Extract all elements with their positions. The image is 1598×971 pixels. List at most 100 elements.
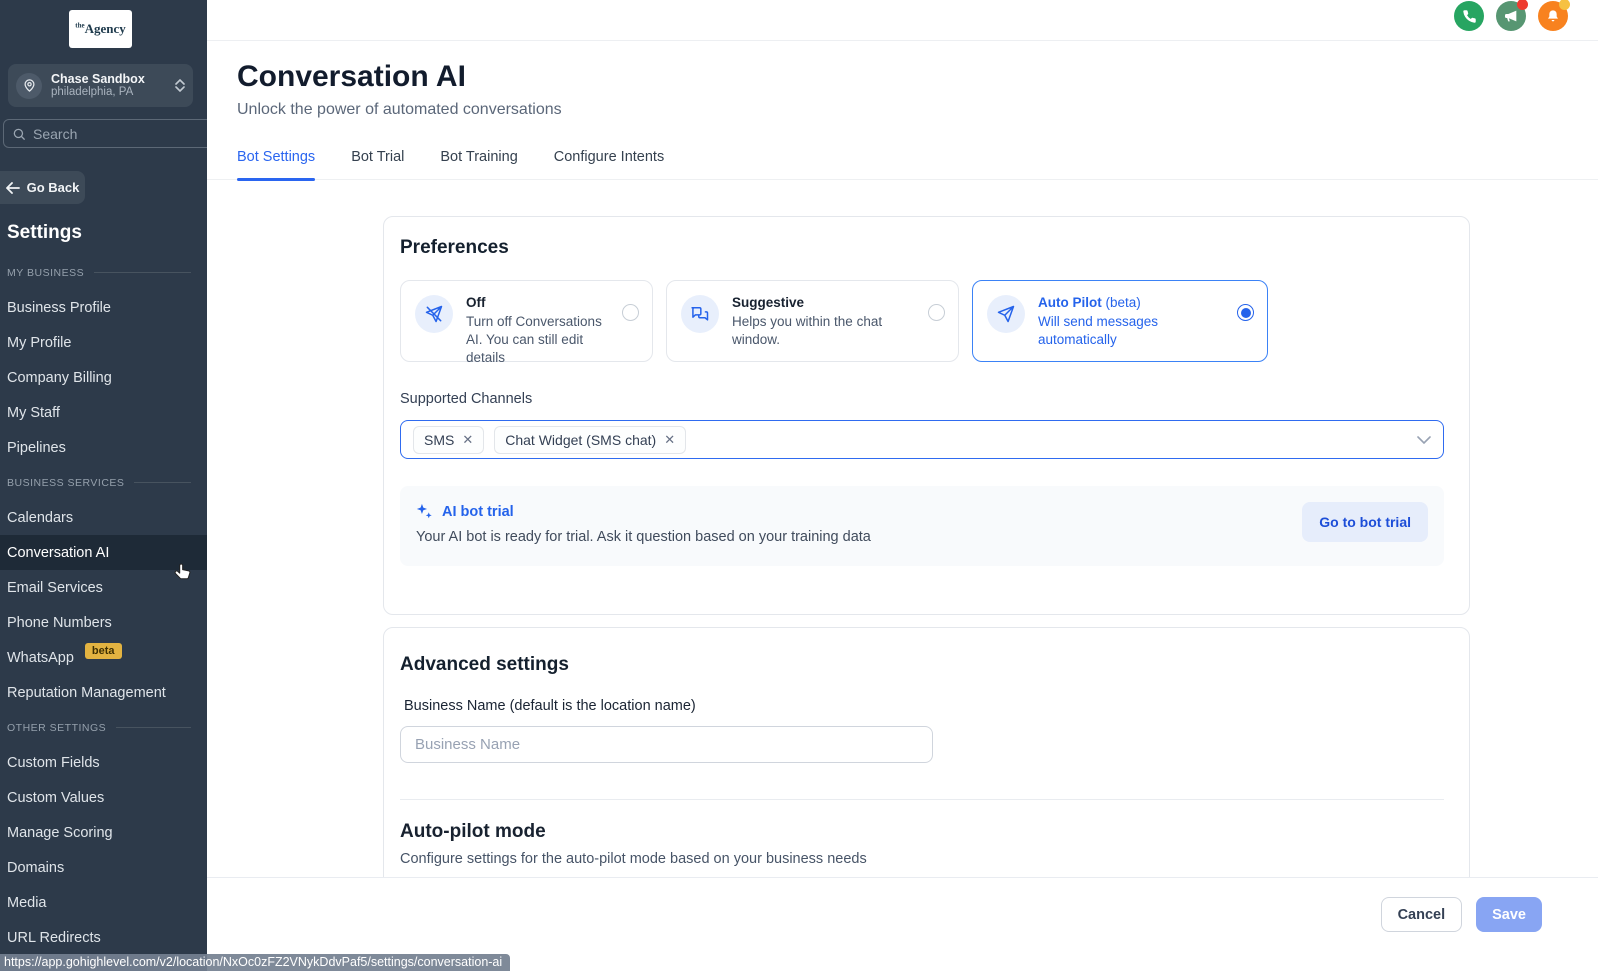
channel-chip-chat-widget: Chat Widget (SMS chat) ✕ xyxy=(494,426,686,454)
phone-icon xyxy=(1462,9,1477,24)
sidebar-item-label: URL Redirects xyxy=(7,930,101,946)
notification-dot-red xyxy=(1517,0,1528,10)
sidebar-item-url-redirects[interactable]: URL Redirects xyxy=(0,920,207,955)
cancel-button[interactable]: Cancel xyxy=(1381,897,1463,932)
tab-bot-settings[interactable]: Bot Settings xyxy=(237,149,315,179)
remove-chip-icon[interactable]: ✕ xyxy=(462,432,473,448)
announcements-button[interactable] xyxy=(1496,1,1526,31)
sidebar-item-label: Domains xyxy=(7,860,64,876)
logo-prefix: the xyxy=(75,22,84,30)
notification-dot-yellow xyxy=(1559,0,1570,10)
sparkle-icon xyxy=(416,503,433,520)
search-input[interactable] xyxy=(33,126,207,142)
sidebar-item-label: Conversation AI xyxy=(7,545,109,561)
go-back-button[interactable]: Go Back xyxy=(0,171,85,204)
sidebar-item-custom-values[interactable]: Custom Values xyxy=(0,780,207,815)
option-suggestive-desc: Helps you within the chat window. xyxy=(732,313,918,349)
page-subtitle: Unlock the power of automated conversati… xyxy=(237,101,1598,119)
sidebar-item-whatsapp[interactable]: WhatsApp beta xyxy=(0,640,207,675)
sidebar-item-media[interactable]: Media xyxy=(0,885,207,920)
notifications-button[interactable] xyxy=(1538,1,1568,31)
trial-banner-head: AI bot trial xyxy=(416,503,1428,520)
logo-name: Agency xyxy=(85,21,126,36)
section-divider xyxy=(94,272,191,273)
send-plane-icon xyxy=(987,295,1025,333)
sidebar-item-label: Custom Fields xyxy=(7,755,100,771)
sidebar-item-custom-fields[interactable]: Custom Fields xyxy=(0,745,207,780)
phone-button[interactable] xyxy=(1454,1,1484,31)
sidebar-item-phone-numbers[interactable]: Phone Numbers xyxy=(0,605,207,640)
remove-chip-icon[interactable]: ✕ xyxy=(664,432,675,448)
sidebar-item-label: Custom Values xyxy=(7,790,104,806)
sidebar-item-label: Media xyxy=(7,895,47,911)
top-bar xyxy=(207,0,1598,41)
sidebar-item-email-services[interactable]: Email Services xyxy=(0,570,207,605)
settings-sidebar: theAgency Chase Sandbox philadelphia, PA xyxy=(0,0,207,971)
option-suggestive-radio[interactable] xyxy=(928,304,945,321)
sidebar-item-conversation-ai[interactable]: Conversation AI xyxy=(0,535,207,570)
sidebar-item-my-staff[interactable]: My Staff xyxy=(0,395,207,430)
chat-bubbles-icon xyxy=(681,295,719,333)
beta-badge: beta xyxy=(85,643,122,659)
option-suggestive[interactable]: Suggestive Helps you within the chat win… xyxy=(666,280,959,362)
preferences-card: Preferences Off Turn off Conversations A… xyxy=(383,216,1470,615)
sidebar-item-business-profile[interactable]: Business Profile xyxy=(0,290,207,325)
location-pin-icon xyxy=(16,73,42,99)
option-suggestive-title: Suggestive xyxy=(732,295,918,310)
sidebar-item-domains[interactable]: Domains xyxy=(0,850,207,885)
section-label: BUSINESS SERVICES xyxy=(7,477,124,489)
account-location: philadelphia, PA xyxy=(51,86,145,99)
option-off-body: Off Turn off Conversations AI. You can s… xyxy=(466,295,638,367)
go-to-bot-trial-button[interactable]: Go to bot trial xyxy=(1302,502,1428,542)
nav-section-other-settings: OTHER SETTINGS xyxy=(0,710,207,745)
chip-label: Chat Widget (SMS chat) xyxy=(505,432,656,448)
sidebar-item-label: WhatsApp xyxy=(7,650,74,666)
sidebar-item-company-billing[interactable]: Company Billing xyxy=(0,360,207,395)
option-off[interactable]: Off Turn off Conversations AI. You can s… xyxy=(400,280,653,362)
sidebar-item-pipelines[interactable]: Pipelines xyxy=(0,430,207,465)
tab-bot-trial[interactable]: Bot Trial xyxy=(351,149,404,179)
settings-heading: Settings xyxy=(7,222,82,244)
tab-bot-training[interactable]: Bot Training xyxy=(440,149,517,179)
option-auto-pilot-desc: Will send messages automatically xyxy=(1038,313,1227,349)
location-switcher[interactable]: Chase Sandbox philadelphia, PA xyxy=(8,64,193,107)
option-auto-pilot-radio[interactable] xyxy=(1237,304,1254,321)
sidebar-item-manage-scoring[interactable]: Manage Scoring xyxy=(0,815,207,850)
browser-status-url: https://app.gohighlevel.com/v2/location/… xyxy=(0,954,510,971)
sidebar-item-calendars[interactable]: Calendars xyxy=(0,500,207,535)
auto-pilot-mode-desc: Configure settings for the auto-pilot mo… xyxy=(400,851,1444,867)
section-label: MY BUSINESS xyxy=(7,267,84,279)
footer-buttons: Cancel Save xyxy=(1381,897,1542,932)
business-name-field[interactable] xyxy=(400,726,933,763)
sidebar-item-label: Manage Scoring xyxy=(7,825,113,841)
search-icon xyxy=(12,127,26,141)
auto-pilot-label: Auto Pilot xyxy=(1038,295,1102,310)
account-meta: Chase Sandbox philadelphia, PA xyxy=(51,72,145,100)
option-off-radio[interactable] xyxy=(622,304,639,321)
settings-nav: MY BUSINESS Business Profile My Profile … xyxy=(0,255,207,955)
save-button[interactable]: Save xyxy=(1476,897,1542,932)
section-divider xyxy=(116,727,191,728)
nav-section-business-services: BUSINESS SERVICES xyxy=(0,465,207,500)
trial-banner-title: AI bot trial xyxy=(442,504,514,520)
sidebar-item-my-profile[interactable]: My Profile xyxy=(0,325,207,360)
chevron-down-icon[interactable] xyxy=(1417,436,1431,444)
nav-section-my-business: MY BUSINESS xyxy=(0,255,207,290)
page-title: Conversation AI xyxy=(237,60,1598,94)
search-field[interactable]: ⌘ K xyxy=(3,119,207,148)
sidebar-item-label: Reputation Management xyxy=(7,685,166,701)
ai-bot-trial-banner: AI bot trial Your AI bot is ready for tr… xyxy=(400,486,1444,566)
supported-channels-select[interactable]: SMS ✕ Chat Widget (SMS chat) ✕ xyxy=(400,420,1444,459)
sidebar-item-reputation-management[interactable]: Reputation Management xyxy=(0,675,207,710)
megaphone-icon xyxy=(1503,8,1519,24)
tab-configure-intents[interactable]: Configure Intents xyxy=(554,149,664,179)
option-off-title: Off xyxy=(466,295,612,310)
option-off-desc: Turn off Conversations AI. You can still… xyxy=(466,313,612,367)
preferences-title: Preferences xyxy=(400,237,1444,259)
send-slash-icon xyxy=(415,295,453,333)
option-auto-pilot[interactable]: Auto Pilot (beta) Will send messages aut… xyxy=(972,280,1268,362)
sidebar-item-label: Business Profile xyxy=(7,300,111,316)
advanced-settings-title: Advanced settings xyxy=(400,654,1444,676)
business-name-label: Business Name (default is the location n… xyxy=(404,698,1444,714)
sidebar-item-label: My Profile xyxy=(7,335,71,351)
